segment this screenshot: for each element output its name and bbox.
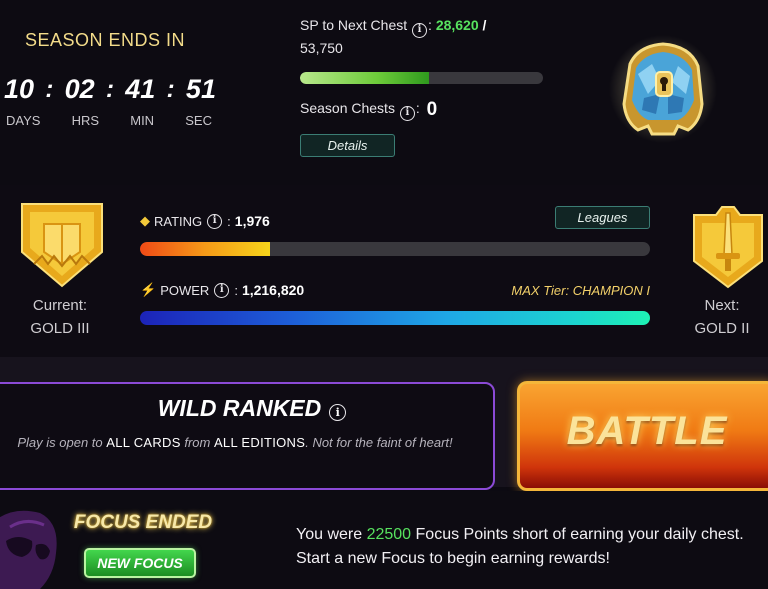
info-icon[interactable]: i bbox=[214, 282, 230, 298]
countdown-hrs: 02 bbox=[64, 74, 95, 104]
battle-button-label[interactable]: BATTLE bbox=[517, 409, 768, 454]
gold-league-badge-icon bbox=[21, 203, 103, 288]
current-league-label: Current: bbox=[32, 297, 88, 314]
season-title: SEASON ENDS IN bbox=[24, 30, 186, 50]
new-focus-button[interactable]: NEW FOCUS bbox=[84, 548, 196, 578]
details-button[interactable]: Details bbox=[300, 134, 395, 157]
season-chests-label: Season Chests bbox=[300, 100, 395, 116]
mode-desc-all-editions: ALL EDITIONS bbox=[213, 435, 306, 450]
mode-desc-prefix: Play is open to bbox=[17, 435, 107, 450]
power-progress-bar bbox=[140, 311, 650, 325]
focus-message: You were 22500 Focus Points short of ear… bbox=[296, 523, 756, 571]
lightning-icon: ⚡ bbox=[140, 282, 157, 297]
mode-desc-all-cards: ALL CARDS bbox=[106, 435, 181, 450]
info-icon[interactable]: i bbox=[412, 22, 428, 38]
season-countdown: SEASON ENDS IN 10 : 02 : 41 : 51 DAYS HR… bbox=[0, 0, 240, 185]
mode-desc-from: from bbox=[180, 435, 214, 450]
leagues-button[interactable]: Leagues bbox=[555, 206, 650, 229]
sec-label: SEC bbox=[185, 113, 212, 128]
season-chests-value: 0 bbox=[426, 99, 438, 120]
next-league: Next: GOLD II bbox=[676, 294, 768, 340]
sp-current: 28,620 bbox=[435, 17, 479, 33]
min-label: MIN bbox=[130, 113, 155, 128]
mode-description: Play is open to ALL CARDS from ALL EDITI… bbox=[0, 431, 470, 455]
sp-progress-fill bbox=[300, 72, 430, 84]
countdown-min: 41 bbox=[125, 74, 156, 104]
info-icon[interactable]: i bbox=[207, 213, 223, 229]
next-league-name: GOLD II bbox=[694, 320, 750, 337]
countdown-timer: 10 : 02 : 41 : 51 bbox=[4, 74, 216, 105]
season-chests: Season Chests i: 0 bbox=[300, 99, 438, 121]
focus-status: FOCUS ENDED bbox=[73, 512, 213, 533]
sp-label: SP to Next Chest bbox=[300, 17, 408, 33]
season-chest-icon bbox=[609, 35, 717, 143]
rating-label: RATING bbox=[154, 213, 203, 229]
focus-msg-prefix: You were bbox=[296, 526, 367, 543]
sp-colon: : bbox=[428, 17, 432, 33]
hrs-label: HRS bbox=[71, 113, 100, 128]
mode-title: WILD RANKED i bbox=[0, 395, 505, 422]
countdown-days: 10 bbox=[4, 74, 35, 104]
mode-desc-suffix: . Not for the faint of heart! bbox=[305, 435, 453, 450]
rating-shield-icon: ◆ bbox=[140, 213, 150, 228]
next-league-label: Next: bbox=[704, 297, 740, 314]
gold-league-badge-icon bbox=[693, 206, 763, 289]
max-tier-label: MAX Tier: CHAMPION I bbox=[511, 283, 650, 298]
power-label: POWER bbox=[160, 282, 210, 298]
current-league: Current: GOLD III bbox=[0, 294, 120, 340]
sp-target: 53,750 bbox=[300, 40, 343, 56]
countdown-separator: : bbox=[105, 75, 114, 103]
countdown-separator: : bbox=[45, 75, 54, 103]
countdown-labels: DAYS HRS MIN SEC bbox=[0, 113, 218, 128]
sp-to-next-chest: SP to Next Chest i: 28,620 / bbox=[300, 17, 486, 38]
rating-progress-bar bbox=[140, 242, 650, 256]
countdown-sec: 51 bbox=[185, 74, 216, 104]
mode-title-text: WILD RANKED bbox=[157, 395, 322, 421]
rating-value: 1,976 bbox=[234, 213, 270, 229]
sp-progress-bar bbox=[300, 72, 543, 84]
info-icon[interactable]: i bbox=[329, 404, 347, 421]
info-icon[interactable]: i bbox=[399, 105, 415, 121]
current-league-name: GOLD III bbox=[30, 320, 90, 337]
sp-slash: / bbox=[478, 17, 487, 33]
power-value: 1,216,820 bbox=[241, 282, 305, 298]
power-row: ⚡ POWER i: 1,216,820 bbox=[140, 282, 305, 298]
rating-row: ◆ RATING i: 1,976 bbox=[140, 213, 270, 229]
focus-points-short: 22500 bbox=[366, 526, 412, 543]
days-label: DAYS bbox=[6, 113, 41, 128]
rating-progress-fill bbox=[140, 242, 271, 256]
countdown-separator: : bbox=[166, 75, 175, 103]
focus-skull-icon bbox=[0, 510, 57, 589]
